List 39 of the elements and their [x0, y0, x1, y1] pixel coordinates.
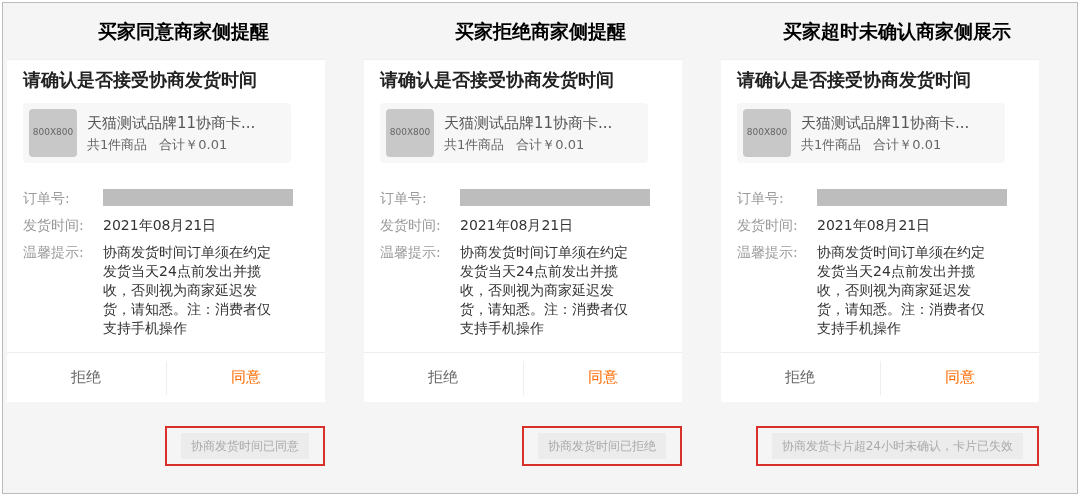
field-label: 订单号:	[737, 189, 785, 208]
reject-button[interactable]: 拒绝	[364, 360, 523, 395]
field-value: 协商发货时间订单须在约定发货当天24点前发出并揽收，否则视为商家延迟发货，请知悉。注：消费者仅支持手机操作	[817, 243, 986, 338]
product-thumbnail: 800X800	[386, 109, 434, 157]
product-name: 天猫测试品牌11协商卡...	[444, 113, 613, 134]
field-label: 温馨提示:	[23, 243, 85, 262]
card-title: 请确认是否接受协商发货时间	[737, 68, 972, 92]
field-value: 2021年08月21日	[817, 216, 932, 235]
panel-heading: 买家超时未确认商家侧展示	[783, 18, 1011, 44]
field-label: 发货时间:	[380, 216, 442, 235]
field-label: 发货时间:	[23, 216, 85, 235]
panel-heading: 买家同意商家侧提醒	[97, 18, 269, 44]
panel-heading: 买家拒绝商家侧提醒	[454, 18, 626, 44]
status-label: 协商发货时间已拒绝	[538, 432, 666, 459]
item-count: 共1件商品	[801, 135, 862, 154]
status-label: 协商发货卡片超24小时未确认，卡片已失效	[771, 432, 1023, 459]
field-label: 订单号:	[380, 189, 428, 208]
item-count: 共1件商品	[87, 135, 148, 154]
card-title: 请确认是否接受协商发货时间	[380, 68, 615, 92]
field-value: 2021年08月21日	[460, 216, 575, 235]
product-name: 天猫测试品牌11协商卡...	[87, 113, 256, 134]
product-thumbnail: 800X800	[743, 109, 791, 157]
field-label: 订单号:	[23, 189, 71, 208]
field-value: 协商发货时间订单须在约定发货当天24点前发出并揽收，否则视为商家延迟发货，请知悉。注：消费者仅支持手机操作	[103, 243, 272, 338]
reject-button[interactable]: 拒绝	[7, 360, 166, 395]
item-count: 共1件商品	[444, 135, 505, 154]
total-price: 合计￥0.01	[159, 135, 228, 154]
field-value: 2021年08月21日	[103, 216, 218, 235]
status-label: 协商发货时间已同意	[181, 432, 309, 459]
field-label: 温馨提示:	[737, 243, 799, 262]
field-label: 温馨提示:	[380, 243, 442, 262]
total-price: 合计￥0.01	[516, 135, 585, 154]
card-title: 请确认是否接受协商发货时间	[23, 68, 258, 92]
product-name: 天猫测试品牌11协商卡...	[801, 113, 970, 134]
product-thumbnail: 800X800	[29, 109, 77, 157]
total-price: 合计￥0.01	[873, 135, 942, 154]
field-label: 发货时间:	[737, 216, 799, 235]
field-value: 协商发货时间订单须在约定发货当天24点前发出并揽收，否则视为商家延迟发货，请知悉。注：消费者仅支持手机操作	[460, 243, 629, 338]
reject-button[interactable]: 拒绝	[721, 360, 880, 395]
